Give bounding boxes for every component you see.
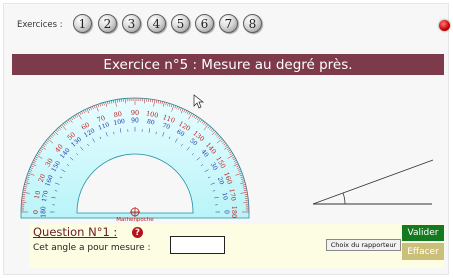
- exercise-button-1[interactable]: 1: [73, 14, 92, 33]
- work-canvas: 0 10 20 30 40 50 60 70 80 90 100 110 120 130 140 150 160…: [12, 75, 444, 225]
- angle-ray-oblique: [312, 159, 434, 205]
- help-icon[interactable]: ?: [132, 227, 143, 238]
- app-frame: Exercices : 1 2 3 4 5 6 7 8 Exercice n°5…: [3, 3, 450, 275]
- exercices-label: Exercices :: [17, 20, 63, 30]
- exercise-button-7[interactable]: 7: [219, 14, 238, 33]
- exercise-title: Exercice n°5 : Mesure au degré près.: [103, 56, 353, 73]
- exercise-title-band: Exercice n°5 : Mesure au degré près.: [12, 54, 444, 75]
- protractor-brand-label: Mathenpoche: [116, 217, 154, 223]
- erase-button[interactable]: Effacer: [402, 243, 444, 260]
- mouse-cursor-icon: [193, 94, 205, 109]
- angle-answer-input[interactable]: [170, 236, 225, 254]
- inner-scale-label: 180: [41, 206, 48, 218]
- question-prompt: Cet angle a pour mesure :: [33, 243, 151, 253]
- exercise-button-8[interactable]: 8: [243, 14, 262, 33]
- protractor-canvas: 010203040506070 80 90 100 110120130140150160…: [20, 94, 434, 223]
- exercise-button-4[interactable]: 4: [147, 14, 166, 33]
- exercise-button-5[interactable]: 5: [171, 14, 190, 33]
- exercise-button-3[interactable]: 3: [122, 14, 141, 33]
- inner-scale-label: 80: [146, 118, 155, 126]
- inner-scale-label: 90: [131, 118, 139, 125]
- validate-button[interactable]: Valider: [402, 225, 444, 241]
- outer-scale-label: 180: [230, 206, 238, 218]
- inner-scale-label: 0: [223, 210, 230, 214]
- outer-scale-label: 0: [32, 210, 40, 214]
- inner-scale-label: 10: [221, 192, 229, 201]
- question-title: Question N°1 :: [33, 225, 118, 239]
- exercise-nav-bar: Exercices : 1 2 3 4 5 6 7 8: [4, 4, 450, 46]
- record-dot-icon[interactable]: [439, 20, 450, 31]
- angle-figure: [312, 159, 434, 205]
- choose-protractor-button[interactable]: Choix du rapporteur: [326, 239, 401, 251]
- question-panel: Question N°1 : ? Cet angle a pour mesure…: [29, 224, 444, 268]
- outer-scale-label: 90: [131, 109, 139, 117]
- angle-arc-mark: [342, 192, 346, 205]
- exercise-button-2[interactable]: 2: [98, 14, 117, 33]
- exercise-button-6[interactable]: 6: [195, 14, 214, 33]
- protractor[interactable]: 010203040506070 80 90 100 110120130140150160…: [20, 97, 250, 223]
